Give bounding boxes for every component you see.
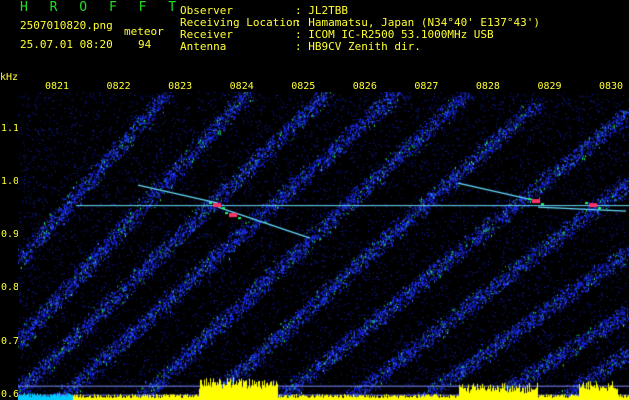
observation-datetime: 25.07.01 08:20	[20, 38, 113, 51]
observation-type: meteor	[124, 25, 164, 38]
y-tick-label: 1.0	[1, 176, 20, 188]
x-tick-label: 0829	[537, 81, 562, 92]
x-tick-label: 0828	[475, 81, 500, 92]
x-tick-label: 0823	[168, 81, 193, 92]
x-tick-label: 0825	[291, 81, 316, 92]
app-title: H R O F F T	[20, 0, 184, 15]
y-axis-unit: kHz	[0, 72, 19, 83]
antenna-label: Antenna	[180, 40, 227, 53]
meteor-count: 94	[138, 38, 152, 51]
y-tick-label: 1.1	[1, 123, 20, 135]
y-tick-label: 0.7	[1, 335, 20, 347]
spectrogram	[18, 92, 629, 400]
file-name: 2507010820.png	[20, 19, 113, 32]
x-tick-label: 0821	[45, 81, 70, 92]
x-tick-label: 0822	[106, 81, 131, 92]
antenna-value: : HB9CV Zenith dir.	[295, 40, 421, 53]
y-tick-label: 0.8	[1, 282, 20, 294]
x-tick-label: 0827	[414, 81, 439, 92]
x-tick-label: 0830	[599, 81, 624, 92]
x-tick-label: 0824	[229, 81, 254, 92]
x-tick-label: 0826	[352, 81, 377, 92]
y-tick-label: 0.6	[1, 388, 20, 400]
y-tick-label: 0.9	[1, 229, 20, 241]
